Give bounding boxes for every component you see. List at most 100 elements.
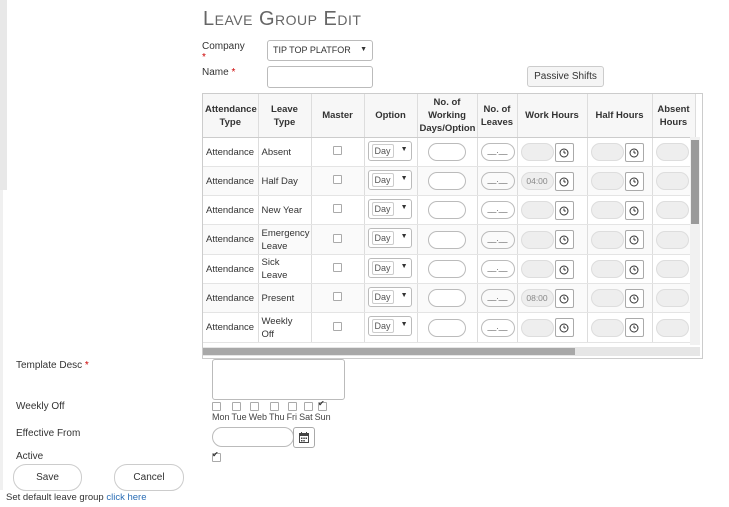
- effective-from-input[interactable]: [212, 427, 294, 447]
- absent-hours-input[interactable]: [655, 143, 689, 161]
- name-input[interactable]: [267, 66, 373, 88]
- passive-shifts-button[interactable]: Passive Shifts: [527, 66, 604, 87]
- half-hours-input[interactable]: [590, 143, 624, 161]
- chevron-down-icon: ▼: [400, 321, 408, 328]
- no-of-leaves-input[interactable]: __.__: [480, 172, 515, 190]
- weekly-off-checkbox[interactable]: [318, 399, 327, 411]
- weekly-off-checkbox[interactable]: [270, 402, 279, 411]
- working-days-input[interactable]: [428, 143, 466, 161]
- option-select[interactable]: Day ▼: [367, 286, 412, 307]
- option-select[interactable]: Day ▼: [367, 228, 412, 248]
- master-checkbox[interactable]: [333, 233, 342, 243]
- click-here-link[interactable]: click here: [106, 492, 146, 503]
- weekly-off-checkbox[interactable]: [232, 402, 241, 411]
- half-hours-input[interactable]: [590, 289, 624, 307]
- working-days-input[interactable]: [428, 230, 466, 249]
- master-checkbox[interactable]: [333, 204, 342, 213]
- company-select[interactable]: TIP TOP PLATFOR ▼: [267, 40, 373, 61]
- absent-hours-input[interactable]: [655, 260, 689, 278]
- working-days-input[interactable]: [428, 318, 466, 337]
- no-of-leaves-input[interactable]: __.__: [480, 230, 515, 249]
- clock-icon[interactable]: [624, 200, 644, 220]
- save-button[interactable]: Save: [13, 464, 82, 491]
- no-of-leaves-input[interactable]: __.__: [480, 143, 515, 161]
- work-hours-input[interactable]: 08:00: [520, 289, 554, 307]
- col-header[interactable]: No. of Leaves: [477, 94, 518, 138]
- master-checkbox[interactable]: [333, 321, 342, 331]
- absent-hours-input[interactable]: [655, 201, 689, 219]
- clock-icon[interactable]: [554, 288, 574, 308]
- option-select[interactable]: Day ▼: [367, 257, 412, 278]
- work-hours-input[interactable]: [520, 318, 554, 337]
- work-hours-input[interactable]: 04:00: [520, 172, 554, 190]
- col-header[interactable]: Leave Type: [258, 94, 312, 138]
- half-hours-input[interactable]: [590, 230, 624, 249]
- no-of-leaves-input[interactable]: __.__: [480, 201, 515, 219]
- no-of-leaves-input[interactable]: __.__: [480, 318, 515, 337]
- work-hours-input[interactable]: [520, 201, 554, 219]
- work-hours-input[interactable]: [520, 260, 554, 278]
- master-checkbox[interactable]: [333, 175, 342, 184]
- working-days-input[interactable]: [428, 201, 466, 219]
- working-days-cell: [417, 254, 478, 284]
- absent-hours-input[interactable]: [655, 289, 689, 307]
- clock-icon[interactable]: [554, 318, 574, 337]
- option-value: Day: [371, 260, 394, 275]
- col-header[interactable]: Half Hours: [587, 94, 653, 138]
- clock-icon[interactable]: [554, 259, 574, 279]
- clock-icon[interactable]: [624, 259, 644, 279]
- half-hours-input[interactable]: [590, 172, 624, 190]
- clock-icon[interactable]: [624, 230, 644, 249]
- absent-hours-input[interactable]: [655, 318, 689, 337]
- col-header[interactable]: Attendance Type: [203, 94, 259, 138]
- half-hours-input[interactable]: [590, 201, 624, 219]
- weekly-off-day-label: Tue: [231, 412, 247, 422]
- clock-icon[interactable]: [624, 142, 644, 162]
- day-labels: Mon Tue Web Thu Fri Sat Sun: [212, 412, 342, 423]
- weekly-off-checkbox[interactable]: [212, 402, 221, 411]
- work-hours-input[interactable]: [520, 143, 554, 161]
- leave-grid: Attendance Type Leave Type Master Option…: [202, 93, 703, 359]
- attendance-type-cell: Attendance: [203, 254, 259, 284]
- clock-icon[interactable]: [624, 288, 644, 308]
- work-hours-input[interactable]: [520, 230, 554, 249]
- master-checkbox[interactable]: [333, 146, 342, 155]
- absent-hours-input[interactable]: [655, 230, 689, 249]
- col-header[interactable]: Option: [364, 94, 418, 138]
- half-hours-input[interactable]: [590, 260, 624, 278]
- clock-icon[interactable]: [624, 171, 644, 191]
- active-checkbox[interactable]: [212, 450, 221, 462]
- weekly-off-checkbox[interactable]: [304, 402, 313, 411]
- master-checkbox[interactable]: [333, 292, 342, 301]
- clock-icon[interactable]: [624, 318, 644, 337]
- no-of-leaves-cell: __.__: [477, 312, 518, 343]
- half-hours-input[interactable]: [590, 318, 624, 337]
- working-days-input[interactable]: [428, 289, 466, 307]
- master-checkbox[interactable]: [333, 263, 342, 272]
- working-days-input[interactable]: [428, 260, 466, 278]
- option-select[interactable]: Day ▼: [367, 140, 412, 161]
- grid-horizontal-scroll-thumb[interactable]: [203, 348, 575, 355]
- no-of-leaves-input[interactable]: __.__: [480, 260, 515, 278]
- clock-icon[interactable]: [554, 230, 574, 249]
- col-header[interactable]: No. of Working Days/Option: [417, 94, 478, 138]
- template-desc-textarea[interactable]: [212, 359, 345, 400]
- name-label: Name *: [202, 67, 235, 78]
- no-of-leaves-input[interactable]: __.__: [480, 289, 515, 307]
- absent-hours-input[interactable]: [655, 172, 689, 190]
- option-select[interactable]: Day ▼: [367, 169, 412, 190]
- cancel-button[interactable]: Cancel: [114, 464, 184, 491]
- clock-icon[interactable]: [554, 142, 574, 162]
- weekly-off-checkbox[interactable]: [250, 402, 259, 411]
- clock-icon[interactable]: [554, 200, 574, 220]
- option-select[interactable]: Day ▼: [367, 198, 412, 219]
- working-days-input[interactable]: [428, 172, 466, 190]
- col-header[interactable]: Master: [311, 94, 365, 138]
- col-header[interactable]: Work Hours: [517, 94, 588, 138]
- grid-vertical-scroll-thumb[interactable]: [691, 140, 699, 224]
- weekly-off-checkbox[interactable]: [288, 402, 297, 411]
- option-select[interactable]: Day ▼: [367, 316, 412, 336]
- calendar-icon[interactable]: [293, 427, 315, 448]
- col-header[interactable]: Absent Hours: [652, 94, 696, 138]
- clock-icon[interactable]: [554, 171, 574, 191]
